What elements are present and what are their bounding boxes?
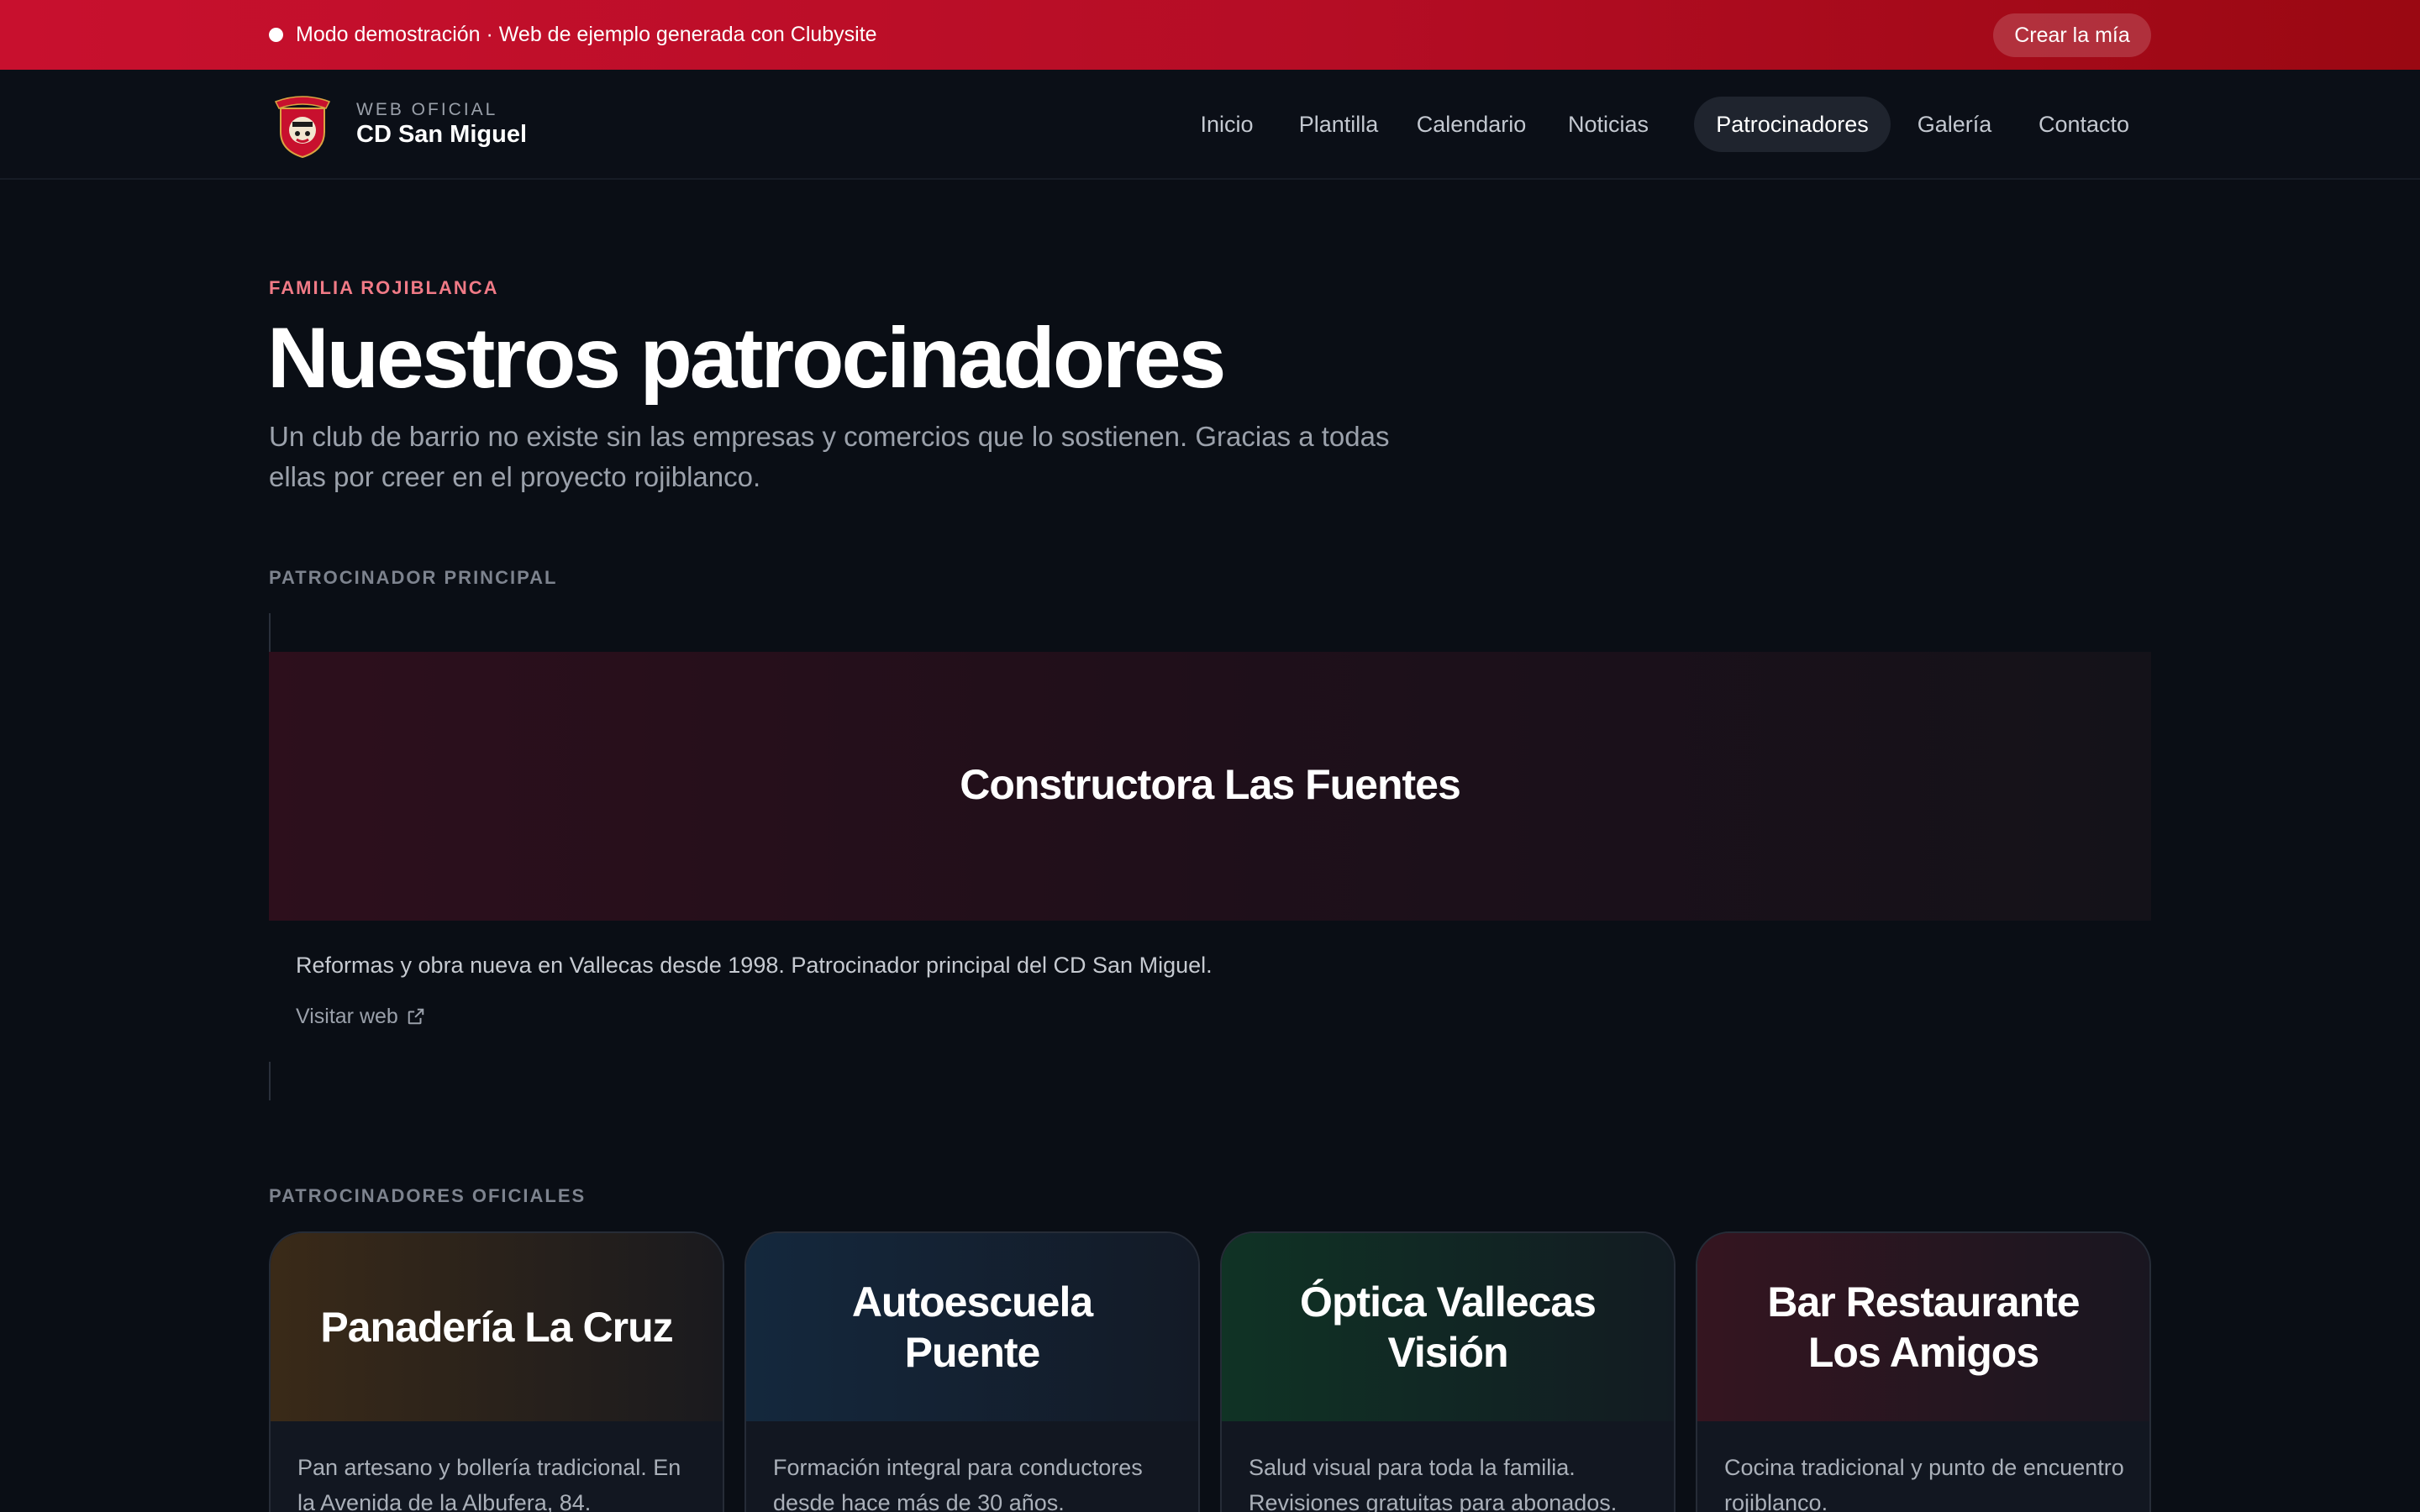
brand-name[interactable]: CD San Miguel [356,120,527,149]
hero-eyebrow: FAMILIA ROJIBLANCA [269,277,499,298]
sponsor-description: Pan artesano y bollería tradicional. En … [297,1455,681,1512]
sponsor-name: Autoescuela Puente [851,1278,1093,1376]
principal-section-label: PATROCINADOR PRINCIPAL [269,567,558,588]
sponsor-card[interactable]: Autoescuela Puente Formación integral pa… [744,1231,1200,1512]
official-section-label: PATROCINADORES OFICIALES [269,1185,587,1206]
nav-item-inicio[interactable]: Inicio [1181,97,1272,152]
create-mine-button[interactable]: Crear la mía [1993,13,2151,57]
principal-divider-top [269,613,271,652]
sponsor-card-header: Bar Restaurante Los Amigos [1697,1233,2149,1421]
demo-banner: Modo demostración · Web de ejemplo gener… [0,0,2420,70]
sponsor-card-header: Autoescuela Puente [746,1233,1198,1421]
demo-status-dot-icon [269,28,283,42]
nav-item-calendario[interactable]: Calendario [1405,97,1538,152]
external-link-icon [408,1008,424,1025]
sponsor-name: Bar Restaurante Los Amigos [1767,1278,2080,1376]
sponsor-name: Óptica Vallecas Visión [1300,1278,1597,1376]
principal-divider-bottom [269,1062,271,1100]
nav-item-patrocinadores[interactable]: Patrocinadores [1694,97,1891,152]
sponsor-description: Formación integral para conductores desd… [773,1455,1143,1512]
page-title: Nuestros patrocinadores [267,310,1226,406]
site-header: WEB OFICIAL CD San Miguel Inicio Plantil… [0,70,2420,180]
principal-sponsor-name: Constructora Las Fuentes [960,761,1461,808]
demo-banner-text: Modo demostración · Web de ejemplo gener… [296,23,877,46]
sponsor-card[interactable]: Bar Restaurante Los Amigos Cocina tradic… [1696,1231,2151,1512]
sponsor-description: Salud visual para toda la familia. Revis… [1249,1455,1618,1512]
principal-sponsor-banner[interactable]: Constructora Las Fuentes [269,652,2151,921]
principal-sponsor-description: Reformas y obra nueva en Vallecas desde … [296,953,1213,978]
sponsor-name: Panadería La Cruz [320,1304,673,1351]
sponsor-card-header: Panadería La Cruz [271,1233,723,1421]
visit-website-link[interactable]: Visitar web [296,1003,425,1030]
nav-item-contacto[interactable]: Contacto [2018,97,2149,152]
brand-subtitle: WEB OFICIAL [356,100,498,119]
nav-item-plantilla[interactable]: Plantilla [1286,97,1392,152]
sponsor-card[interactable]: Panadería La Cruz Pan artesano y bollerí… [269,1231,724,1512]
hero-lead: Un club de barrio no existe sin las empr… [269,421,1390,492]
club-crest-icon[interactable] [271,90,334,159]
sponsor-description: Cocina tradicional y punto de encuentro … [1724,1455,2124,1512]
nav-item-noticias[interactable]: Noticias [1551,97,1665,152]
sponsor-card-header: Óptica Vallecas Visión [1222,1233,1674,1421]
visit-website-label: Visitar web [296,1005,398,1028]
sponsor-card[interactable]: Óptica Vallecas Visión Salud visual para… [1220,1231,1676,1512]
nav-item-galeria[interactable]: Galería [1902,97,2007,152]
